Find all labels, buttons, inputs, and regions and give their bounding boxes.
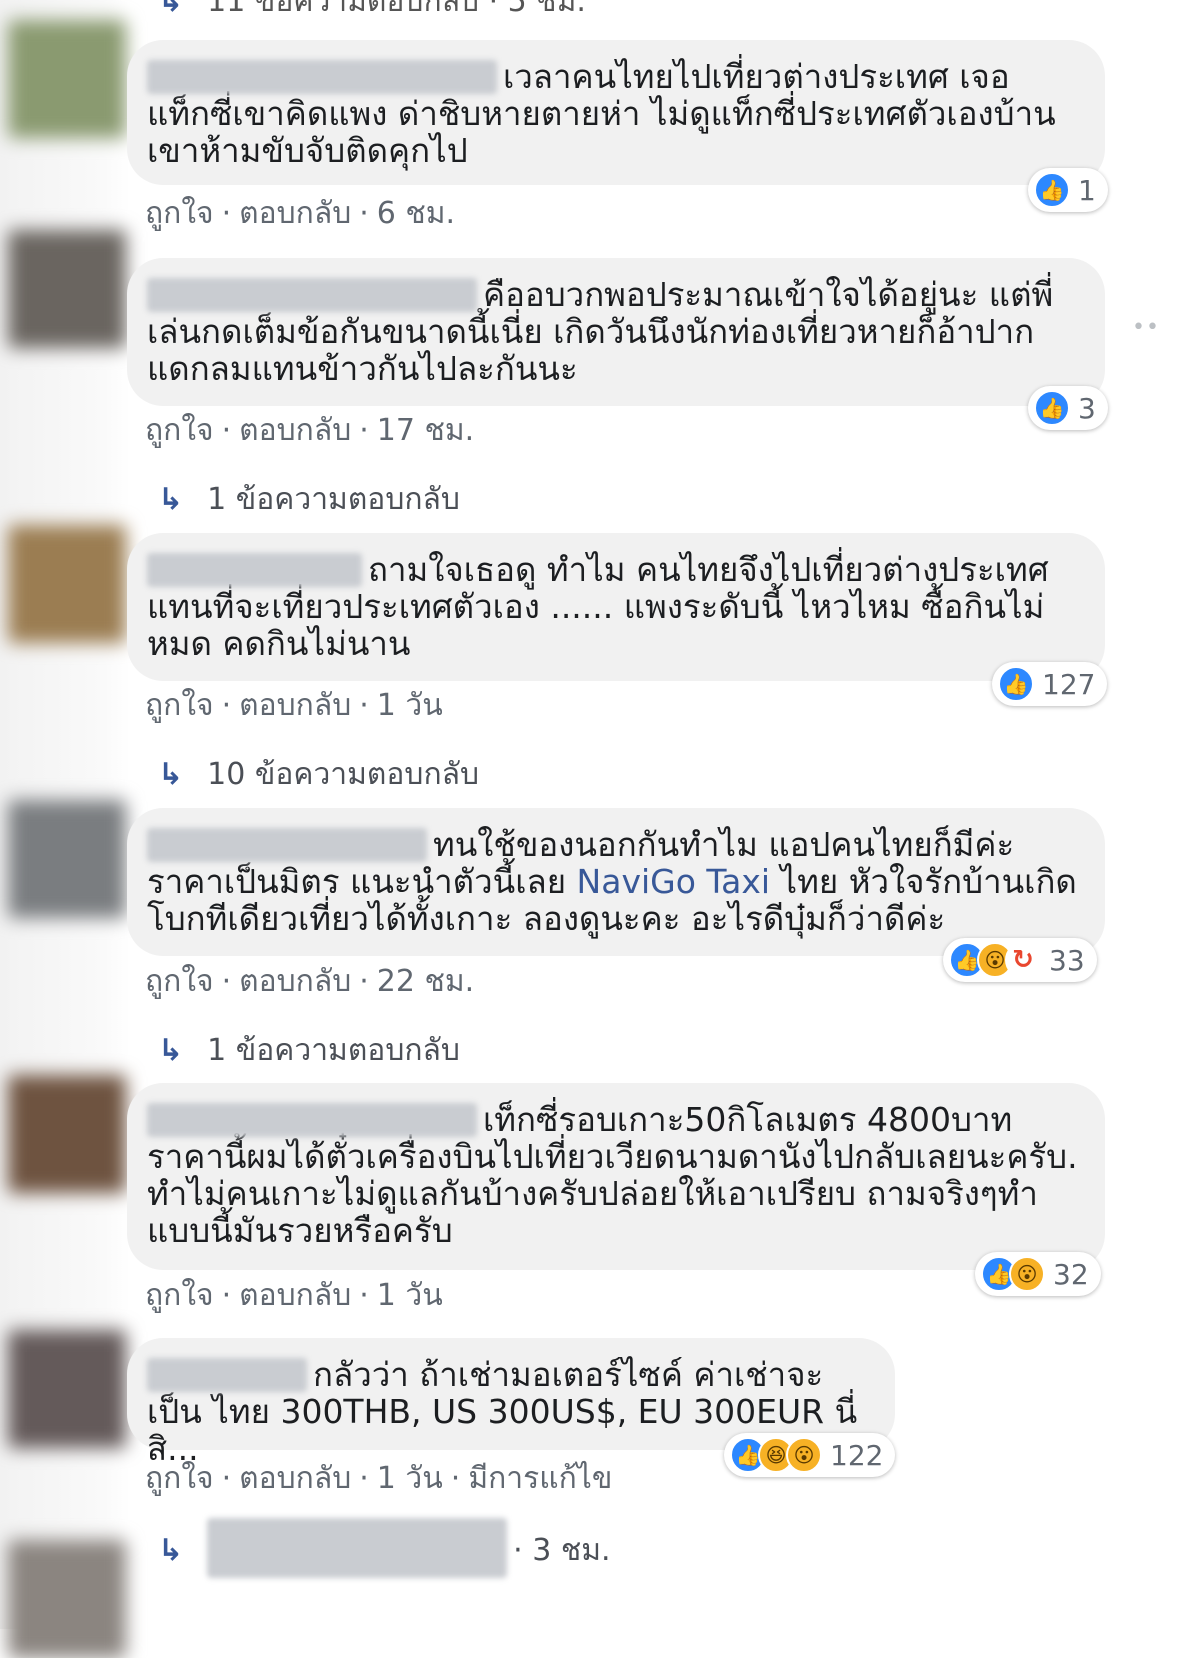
- timestamp[interactable]: 1 วัน: [377, 1461, 443, 1496]
- comment-actions: ถูกใจ · ตอบกลับ · 17 ชม.: [145, 413, 475, 448]
- wow-icon: 😮: [1009, 1256, 1045, 1292]
- reply-arrow-icon: ↳: [158, 1533, 184, 1568]
- comment-bubble: เท็กซี่รอบเกาะ50กิโลเมตร 4800บาท ราคานี้…: [127, 1083, 1105, 1270]
- reaction-summary[interactable]: 👍 3: [1028, 386, 1108, 430]
- partial-reply[interactable]: ↳ · 3 ชม.: [158, 1518, 611, 1578]
- timestamp[interactable]: 1 วัน: [377, 688, 443, 723]
- author-name[interactable]: [147, 828, 427, 862]
- like-button[interactable]: ถูกใจ: [145, 964, 214, 999]
- replies-link[interactable]: ↳ 11 ข้อความตอบกลับ · 5 ชม.: [158, 0, 586, 25]
- comment-actions: ถูกใจ · ตอบกลับ · 1 วัน: [145, 1278, 443, 1313]
- replies-link[interactable]: ↳ 1 ข้อความตอบกลับ: [158, 1027, 460, 1074]
- comment-actions: ถูกใจ · ตอบกลับ · 1 วัน: [145, 688, 443, 723]
- reaction-count: 1: [1078, 173, 1096, 207]
- comment-actions: ถูกใจ · ตอบกลับ · 1 วัน · มีการแก้ไข: [145, 1461, 613, 1496]
- like-icon: 👍: [1034, 390, 1070, 426]
- like-icon: 👍: [1034, 172, 1070, 208]
- avatar[interactable]: [8, 1075, 126, 1193]
- reply-arrow-icon: ↳: [158, 0, 184, 19]
- reply-button[interactable]: ตอบกลับ: [239, 1461, 351, 1496]
- reply-button[interactable]: ตอบกลับ: [239, 196, 351, 231]
- comment-bubble: เวลาคนไทยไปเที่ยวต่างประเทศ เจอแท็กซี่เข…: [127, 40, 1105, 185]
- reaction-summary[interactable]: 👍 127: [992, 662, 1108, 706]
- reaction-count: 122: [830, 1438, 884, 1472]
- like-button[interactable]: ถูกใจ: [145, 413, 214, 448]
- reply-button[interactable]: ตอบกลับ: [239, 688, 351, 723]
- reaction-summary[interactable]: 👍 😮 32: [975, 1252, 1101, 1296]
- comment-bubble: คืออบวกพอประมาณเข้าใจได้อยู่นะ แต่พี่เล่…: [127, 258, 1105, 406]
- timestamp[interactable]: 6 ชม.: [377, 196, 455, 231]
- page-link[interactable]: NaviGo Taxi: [577, 862, 770, 901]
- avatar[interactable]: [8, 1330, 126, 1448]
- reaction-count: 3: [1078, 391, 1096, 425]
- more-options-icon[interactable]: ••: [1132, 315, 1160, 340]
- like-button[interactable]: ถูกใจ: [145, 1278, 214, 1313]
- reaction-count: 33: [1049, 943, 1085, 977]
- angry-icon: ↻: [1005, 942, 1041, 978]
- timestamp[interactable]: 1 วัน: [377, 1278, 443, 1313]
- timestamp[interactable]: 17 ชม.: [377, 413, 474, 448]
- avatar[interactable]: [8, 800, 126, 918]
- reaction-summary[interactable]: 👍 😆 😮 122: [724, 1433, 896, 1477]
- reply-arrow-icon: ↳: [158, 757, 184, 792]
- comment-bubble: ถามใจเธอดู ทำไม คนไทยจึงไปเที่ยวต่างประเ…: [127, 533, 1105, 681]
- author-name[interactable]: [207, 1518, 508, 1578]
- reply-arrow-icon: ↳: [158, 482, 184, 517]
- reaction-count: 32: [1053, 1257, 1089, 1291]
- author-name[interactable]: [147, 553, 362, 587]
- author-name[interactable]: [147, 60, 497, 94]
- avatar[interactable]: [8, 230, 126, 348]
- comment-actions: ถูกใจ · ตอบกลับ · 22 ชม.: [145, 964, 475, 999]
- edited-label[interactable]: มีการแก้ไข: [468, 1461, 612, 1496]
- reaction-count: 127: [1042, 667, 1096, 701]
- author-name[interactable]: [147, 1358, 307, 1392]
- reply-button[interactable]: ตอบกลับ: [239, 1278, 351, 1313]
- like-button[interactable]: ถูกใจ: [145, 1461, 214, 1496]
- replies-link[interactable]: ↳ 10 ข้อความตอบกลับ: [158, 751, 479, 798]
- avatar[interactable]: [8, 525, 126, 643]
- timestamp[interactable]: 22 ชม.: [377, 964, 474, 999]
- avatar[interactable]: [8, 20, 126, 138]
- wow-icon: 😮: [786, 1437, 822, 1473]
- author-name[interactable]: [147, 1103, 477, 1137]
- like-button[interactable]: ถูกใจ: [145, 196, 214, 231]
- reaction-summary[interactable]: 👍 😮 ↻ 33: [943, 938, 1097, 982]
- reply-button[interactable]: ตอบกลับ: [239, 413, 351, 448]
- reply-button[interactable]: ตอบกลับ: [239, 964, 351, 999]
- reaction-summary[interactable]: 👍 1: [1028, 168, 1108, 212]
- avatar[interactable]: [8, 1540, 126, 1658]
- comment-actions: ถูกใจ · ตอบกลับ · 6 ชม.: [145, 196, 456, 231]
- replies-link[interactable]: ↳ 1 ข้อความตอบกลับ: [158, 476, 460, 523]
- reply-arrow-icon: ↳: [158, 1033, 184, 1068]
- like-button[interactable]: ถูกใจ: [145, 688, 214, 723]
- like-icon: 👍: [998, 666, 1034, 702]
- author-name[interactable]: [147, 278, 477, 312]
- comment-bubble: ทนใช้ของนอกกันทำไม แอปคนไทยก็มีค่ะ ราคาเ…: [127, 808, 1105, 956]
